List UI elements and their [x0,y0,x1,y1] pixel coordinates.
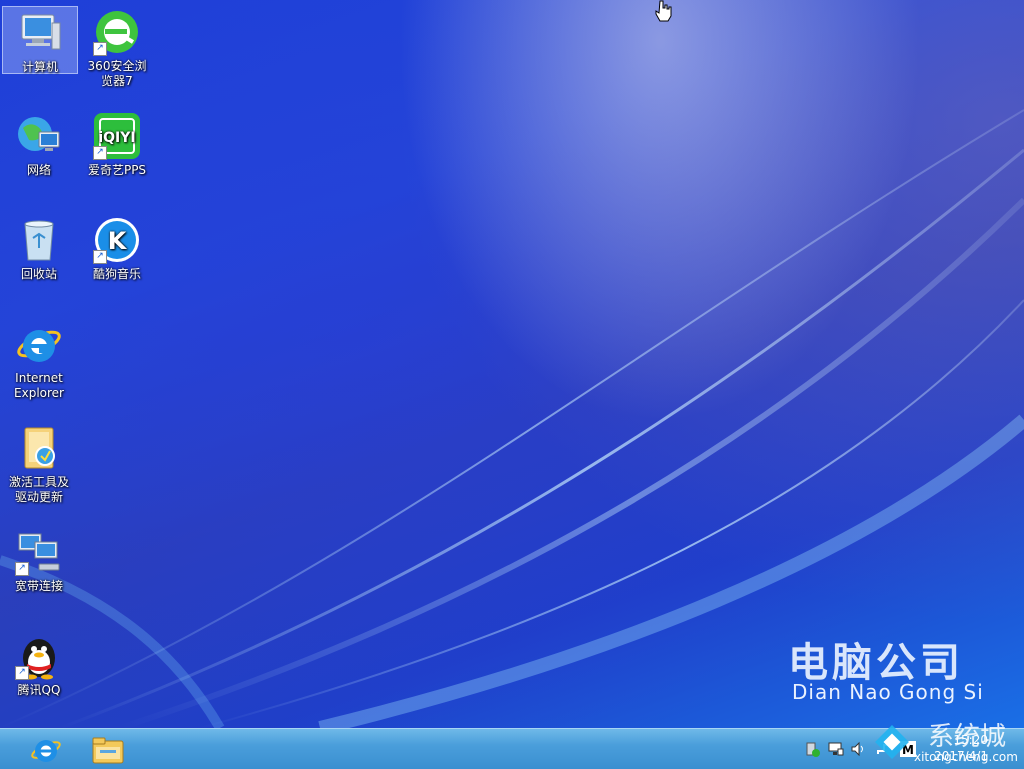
desktop-icon-qq[interactable]: ↗ 腾讯QQ [4,630,74,698]
ie-icon [30,735,62,769]
taskbar-pinned-ie[interactable] [24,733,68,767]
qq-penguin-icon: ↗ [15,632,63,680]
shortcut-arrow-icon: ↗ [93,250,107,264]
security-shield-tray-icon[interactable] [804,741,820,757]
network-tray-icon[interactable] [828,741,844,757]
ie-icon [15,320,63,368]
site-watermark: 系统城 xitongcheng.com [870,716,1024,768]
svg-text:K: K [108,227,128,255]
shortcut-arrow-icon: ↗ [93,42,107,56]
desktop-icon-broadband[interactable]: ↗ 宽带连接 [4,526,74,594]
network-globe-icon [15,112,63,160]
shortcut-arrow-icon: ↗ [15,562,29,576]
icon-label: 回收站 [20,267,57,281]
icon-label: 爱奇艺PPS [87,163,147,177]
icon-label: 腾讯QQ [17,683,61,697]
shortcut-arrow-icon: ↗ [15,666,29,680]
broadband-icon: ↗ [15,528,63,576]
desktop-icon-kugou[interactable]: K ↗ 酷狗音乐 [82,214,152,282]
desktop-icon-360-browser[interactable]: ↗ 360安全浏览器7 [82,6,152,89]
icon-label: 激活工具及驱动更新 [8,475,69,504]
desktop-icon-activation-tools[interactable]: 激活工具及驱动更新 [4,422,74,505]
recycle-bin-icon [15,216,63,264]
icon-label: 网络 [26,163,51,177]
desktop-icon-recycle-bin[interactable]: 回收站 [4,214,74,282]
icon-label: 计算机 [21,60,58,74]
watermark-title: 系统城 [928,722,1007,752]
desktop[interactable]: 计算机 ↗ 360安全浏览器7 网络 iQIYI ↗ 爱奇艺PPS 回收站 K … [0,0,1024,728]
shortcut-arrow-icon: ↗ [93,146,107,160]
icon-label: Internet Explorer [14,371,64,400]
folder-tools-icon [15,424,63,472]
icon-label: 酷狗音乐 [92,267,141,281]
wallpaper-brand-subtitle: Dian Nao Gong Si [792,680,984,704]
wallpaper-swoosh [0,109,1024,728]
desktop-icon-internet-explorer[interactable]: Internet Explorer [4,318,74,401]
icon-label: 360安全浏览器7 [87,59,147,88]
file-explorer-icon [92,737,124,769]
taskbar-pinned-file-explorer[interactable] [86,733,130,767]
icon-label: 宽带连接 [14,579,63,593]
watermark-url: xitongcheng.com [914,750,1018,764]
volume-tray-icon[interactable] [850,741,866,757]
kugou-icon: K ↗ [93,216,141,264]
computer-icon [16,9,64,57]
hand-cursor-icon [654,0,672,26]
svg-text:iQIYI: iQIYI [98,130,135,146]
desktop-icon-computer[interactable]: 计算机 [2,6,78,74]
iqiyi-icon: iQIYI ↗ [93,112,141,160]
watermark-logo-icon [875,725,909,759]
browser-360-icon: ↗ [93,8,141,56]
desktop-icon-network[interactable]: 网络 [4,110,74,178]
desktop-icon-iqiyi[interactable]: iQIYI ↗ 爱奇艺PPS [82,110,152,178]
